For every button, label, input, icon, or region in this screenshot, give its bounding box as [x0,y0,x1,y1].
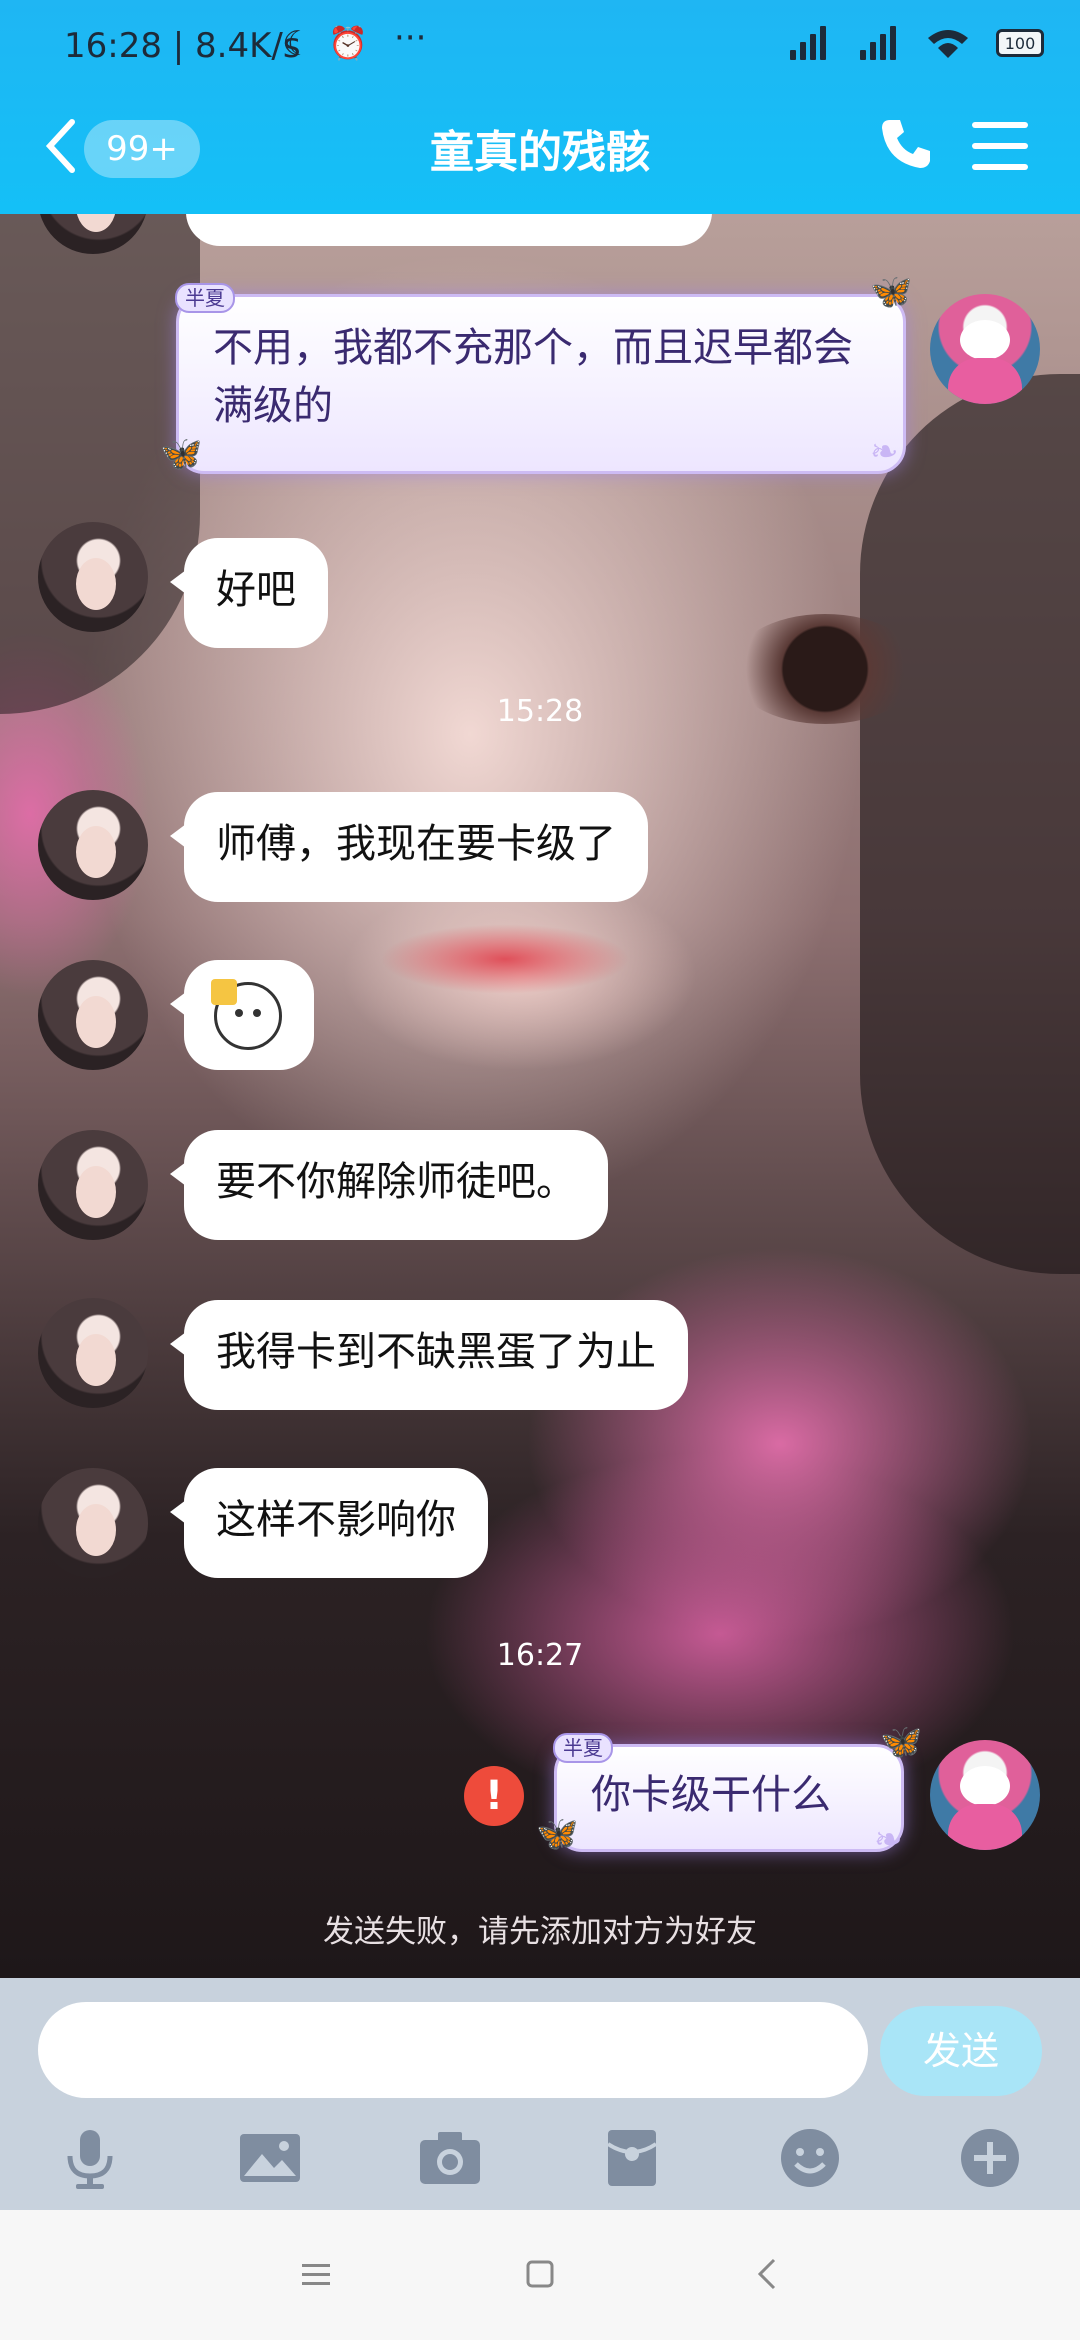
avatar-self[interactable] [930,1740,1040,1850]
mic-icon[interactable] [58,2126,122,2190]
nav-home-icon[interactable] [520,2254,560,2294]
message-text: 好吧 [216,567,296,613]
timestamp: 16:27 [496,1638,584,1673]
send-failed-icon[interactable]: ! [464,1766,524,1826]
butterfly-icon: 🦋 [880,1722,923,1762]
menu-icon-line [972,122,1028,128]
red-packet-icon[interactable] [600,2126,664,2190]
message-bubble-self[interactable]: 半夏 你卡级干什么 [553,1733,904,1852]
avatar-self[interactable] [930,294,1040,404]
top-bar: 16:28 | 8.4K/s ☾ ⏰ ··· 100 99+ 童真的残骸 [0,0,1080,214]
sticker-face-icon [211,979,282,1050]
message-text: 不用，我都不充那个，而且迟早都会满级的 [213,325,853,429]
image-icon[interactable] [238,2126,302,2190]
menu-icon-line [972,164,1028,170]
avatar[interactable] [38,1130,148,1240]
message-bubble[interactable]: 这样不影响你 [170,1468,488,1578]
send-button[interactable]: 发送 [880,2006,1042,2096]
chat-area[interactable]: 半夏 不用，我都不充那个，而且迟早都会满级的 🦋 🦋 ❧ 好吧 15:28 师傅… [0,214,1080,1978]
message-bubble[interactable]: 师傅，我现在要卡级了 [170,792,648,902]
avatar[interactable] [38,960,148,1070]
sticker-bubble[interactable] [170,960,314,1070]
battery-icon: 100 [996,29,1044,57]
status-time: 16:28 | 8.4K/s [64,26,301,66]
background-lips [380,924,630,994]
message-bubble-partial[interactable] [186,214,712,246]
system-nav-bar [0,2210,1080,2340]
message-input[interactable] [38,2002,868,2098]
message-bubble-self[interactable]: 半夏 不用，我都不充那个，而且迟早都会满级的 [175,283,906,474]
wifi-icon [928,30,968,58]
nav-back-icon[interactable] [748,2254,788,2294]
message-bubble[interactable]: 好吧 [170,538,328,648]
message-text: 这样不影响你 [216,1497,456,1543]
message-text: 我得卡到不缺黑蛋了为止 [216,1329,656,1375]
message-bubble[interactable]: 我得卡到不缺黑蛋了为止 [170,1300,688,1410]
send-failed-notice: 发送失败，请先添加对方为好友 [323,1914,757,1950]
phone-icon [882,120,930,168]
menu-button[interactable] [972,122,1028,176]
status-bar: 16:28 | 8.4K/s ☾ ⏰ ··· 100 [0,0,1080,96]
moon-icon: ☾ [282,24,313,64]
call-button[interactable] [876,114,940,184]
wing-icon: ❧ [870,432,899,472]
input-bar: 发送 [0,1978,1080,2210]
message-text: 要不你解除师徒吧。 [216,1159,576,1205]
avatar[interactable] [38,522,148,632]
timestamp: 15:28 [496,694,584,729]
plus-icon[interactable] [958,2126,1022,2190]
message-text: 师傅，我现在要卡级了 [216,821,616,867]
nav-menu-icon[interactable] [296,2254,336,2294]
avatar[interactable] [38,1298,148,1408]
menu-icon-line [972,143,1028,149]
butterfly-icon: 🦋 [870,272,913,312]
chat-header: 99+ 童真的残骸 [0,96,1080,214]
butterfly-icon: 🦋 [536,1814,579,1854]
signal-icon-2 [856,26,900,60]
emoji-icon[interactable] [778,2126,842,2190]
signal-icon [786,26,830,60]
message-text: 你卡级干什么 [591,1772,831,1818]
nickname-tag: 半夏 [553,1733,613,1763]
status-icons: 100 [786,26,1044,60]
wing-icon: ❧ [874,1820,903,1860]
camera-icon[interactable] [418,2126,482,2190]
alarm-icon: ⏰ [328,24,368,62]
avatar[interactable] [38,1468,148,1578]
message-bubble[interactable]: 要不你解除师徒吧。 [170,1130,608,1240]
more-status-icon: ··· [394,18,427,58]
background-hair [860,374,1080,1274]
nickname-tag: 半夏 [175,283,235,313]
butterfly-icon: 🦋 [160,434,203,474]
avatar[interactable] [38,790,148,900]
